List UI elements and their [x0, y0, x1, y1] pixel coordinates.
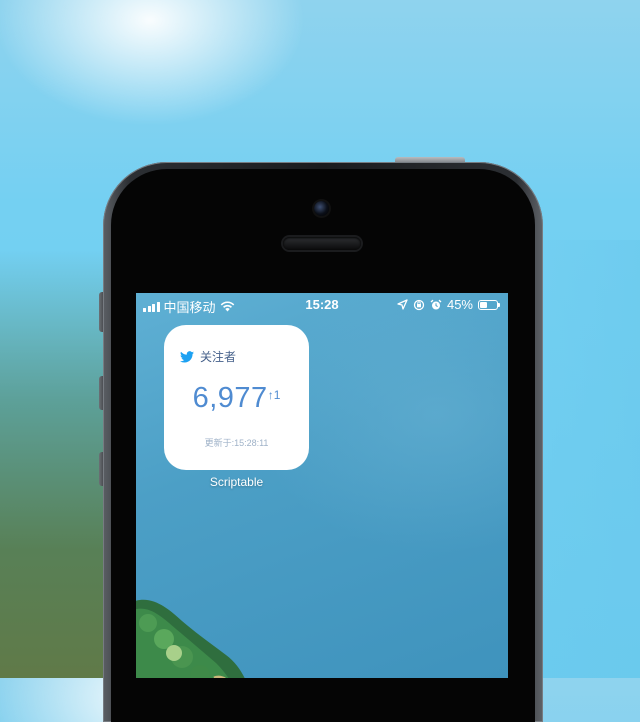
location-arrow-icon [397, 299, 408, 310]
alarm-icon [430, 299, 442, 309]
twitter-bird-icon [180, 350, 194, 363]
widget-app-label: Scriptable [209, 475, 264, 489]
follower-count-value: 6,977 [192, 382, 268, 414]
follower-count-delta: ↑1 [267, 388, 281, 402]
widget-updated-time: 更新于:15:28:11 [204, 438, 269, 448]
front-camera [314, 201, 329, 216]
earpiece-speaker [283, 237, 361, 250]
widget-header: 关注者 [180, 348, 236, 365]
status-right: 45% [397, 297, 500, 312]
follower-count: 6,977↑1 [164, 382, 309, 415]
scriptable-widget[interactable]: 关注者 6,977↑1 更新于:15:28:11 [164, 325, 309, 470]
battery-icon [478, 299, 500, 310]
battery-percent: 45% [446, 297, 473, 312]
status-bar: 中国移动 15:28 45% [136, 293, 508, 315]
widget-title: 关注者 [200, 350, 237, 364]
wallpaper-islands [136, 599, 245, 678]
rotation-lock-icon [413, 299, 425, 310]
